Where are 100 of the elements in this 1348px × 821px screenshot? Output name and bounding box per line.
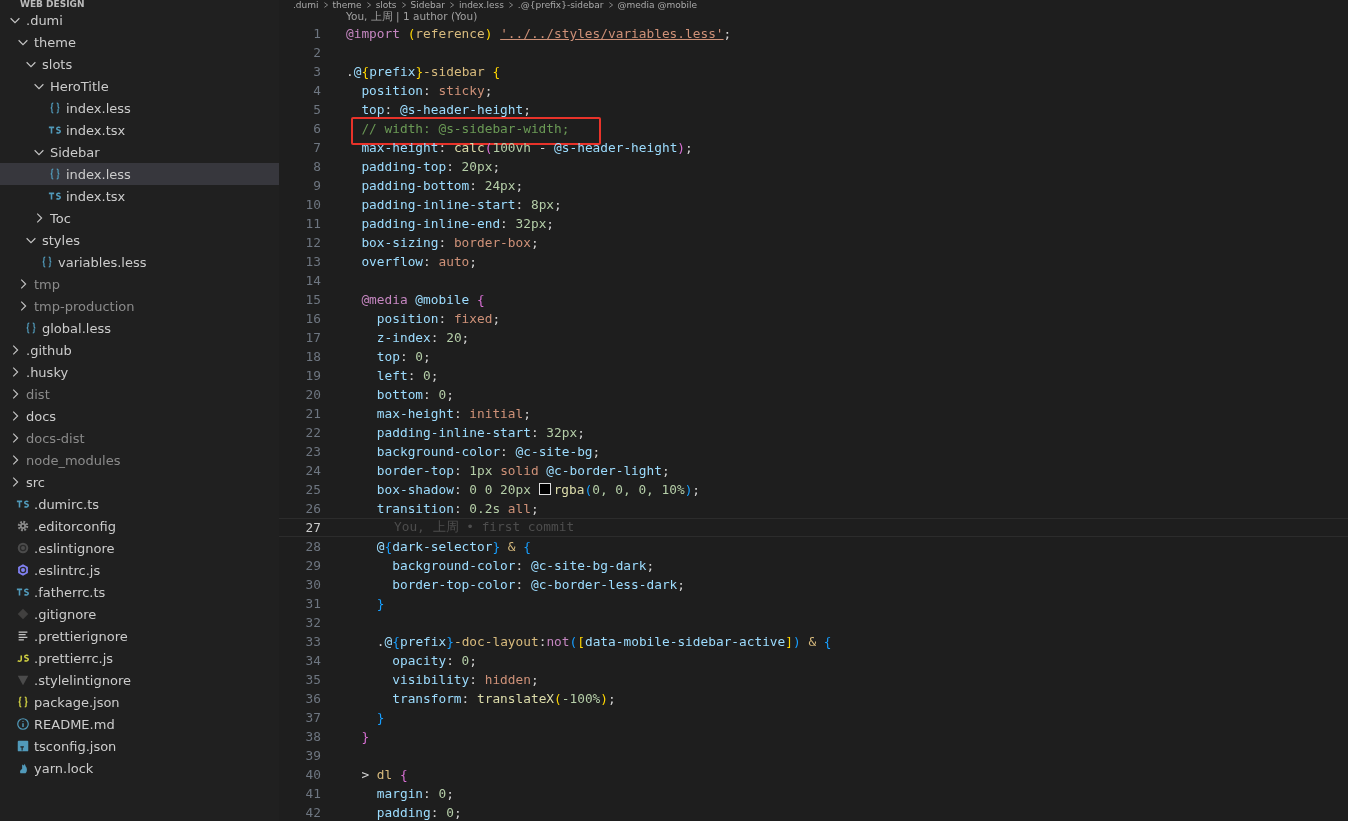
tree-item[interactable]: .prettierrc.js (0, 647, 279, 669)
tree-item[interactable]: .github (0, 339, 279, 361)
code-line: > dl { (360, 767, 408, 782)
tree-item[interactable]: index.tsx (0, 185, 279, 207)
line-number: 28 (304, 539, 321, 554)
tree-item[interactable]: .editorconfig (0, 515, 279, 537)
tree-item[interactable]: index.tsx (0, 119, 279, 141)
line-number: 40 (304, 767, 321, 782)
tree-item[interactable]: dist (0, 383, 279, 405)
tree-item[interactable]: .husky (0, 361, 279, 383)
tree-item[interactable]: .prettierignore (0, 625, 279, 647)
line-number: 21 (304, 406, 321, 421)
hexagon-icon (16, 563, 30, 577)
code-line: } (375, 596, 385, 611)
code-line: z-index: 20; (375, 330, 470, 345)
code-line: @{dark-selector} & { (375, 539, 531, 554)
tree-item[interactable]: Sidebar (0, 141, 279, 163)
braces-icon (40, 255, 54, 269)
codelens-text[interactable]: You, 上周 | 1 author (You) (346, 10, 478, 24)
breadcrumb-item[interactable]: theme (332, 0, 362, 10)
tree-item[interactable]: README.md (0, 713, 279, 735)
line-number: 11 (304, 216, 321, 231)
tree-item[interactable]: variables.less (0, 251, 279, 273)
code-line: @import (reference) '../../styles/variables.less'; (346, 26, 732, 41)
tree-item[interactable]: .eslintrc.js (0, 559, 279, 581)
line-number: 27 (304, 520, 321, 535)
tree-item[interactable]: tmp-production (0, 295, 279, 317)
code-line: background-color: @c-site-bg-dark; (391, 558, 655, 573)
tree-item[interactable]: tsconfig.json (0, 735, 279, 757)
code-line: } (360, 729, 370, 744)
line-number: 16 (304, 311, 321, 326)
tree-item[interactable]: styles (0, 229, 279, 251)
line-number: 19 (304, 368, 321, 383)
code-line: @media @mobile { (360, 292, 485, 307)
tree-item[interactable]: index.less (0, 97, 279, 119)
code-line: top: @s-header-height; (360, 102, 531, 117)
chevron-right-icon (606, 1, 615, 9)
tree-item[interactable]: slots (0, 53, 279, 75)
code-line: padding-inline-end: 32px; (360, 216, 555, 231)
chevron-right-icon (506, 1, 515, 9)
code-line: opacity: 0; (391, 653, 478, 668)
code-line: margin: 0; (375, 786, 454, 801)
tree-item[interactable]: yarn.lock (0, 757, 279, 779)
breadcrumb-item[interactable]: index.less (458, 0, 504, 10)
breadcrumb-item[interactable]: .@{prefix}-sidebar (517, 0, 604, 10)
line-number: 36 (304, 691, 321, 706)
code-line: max-height: initial; (375, 406, 531, 421)
line-number: 32 (304, 615, 321, 630)
line-number: 12 (304, 235, 321, 250)
tree-item[interactable]: tmp (0, 273, 279, 295)
code-line: padding: 0; (375, 805, 462, 820)
line-number: 24 (304, 463, 321, 478)
line-number: 30 (304, 577, 321, 592)
line-number: 7 (312, 140, 321, 155)
tree-item[interactable]: global.less (0, 317, 279, 339)
line-number: 31 (304, 596, 321, 611)
tree-item[interactable]: HeroTitle (0, 75, 279, 97)
breadcrumb-item[interactable]: .dumi (293, 0, 319, 10)
tree-item[interactable]: package.json (0, 691, 279, 713)
code-line: left: 0; (375, 368, 439, 383)
line-number: 26 (304, 501, 321, 516)
tree-item[interactable]: .dumirc.ts (0, 493, 279, 515)
code-line: padding-bottom: 24px; (360, 178, 524, 193)
tree-item[interactable]: index.less (0, 163, 279, 185)
braces-icon (16, 695, 30, 709)
line-number: 34 (304, 653, 321, 668)
ts-letters-icon (48, 123, 62, 137)
braces-icon (48, 167, 62, 181)
line-number: 4 (312, 83, 321, 98)
code-line: padding-inline-start: 32px; (375, 425, 585, 440)
tree-item[interactable]: .fatherrc.ts (0, 581, 279, 603)
breadcrumb-item[interactable]: Sidebar (410, 0, 445, 10)
braces-icon (48, 101, 62, 115)
tree-item[interactable]: .eslintignore (0, 537, 279, 559)
tree-item[interactable]: theme (0, 31, 279, 53)
breadcrumb-item[interactable]: @media @mobile (617, 0, 697, 10)
explorer-title: WEB DESIGN (19, 0, 86, 9)
code-line: overflow: auto; (360, 254, 477, 269)
braces-icon (24, 321, 38, 335)
code-line: box-sizing: border-box; (360, 235, 539, 250)
tree-item[interactable]: .stylelintignore (0, 669, 279, 691)
line-number: 23 (304, 444, 321, 459)
tree-item[interactable]: .gitignore (0, 603, 279, 625)
tree-item[interactable]: docs-dist (0, 427, 279, 449)
tree-item[interactable]: Toc (0, 207, 279, 229)
tree-item[interactable]: docs (0, 405, 279, 427)
info-icon (16, 717, 30, 731)
tree-item[interactable]: src (0, 471, 279, 493)
code-line: padding-inline-start: 8px; (360, 197, 562, 212)
tree-item[interactable]: node_modules (0, 449, 279, 471)
color-swatch[interactable] (538, 483, 551, 495)
line-number: 38 (304, 729, 321, 744)
code-line: position: sticky; (360, 83, 493, 98)
line-number: 17 (304, 330, 321, 345)
line-number: 3 (312, 64, 321, 79)
line-number: 41 (304, 786, 321, 801)
tree-item[interactable]: .dumi (0, 9, 279, 31)
ts-letters-icon (16, 497, 30, 511)
breadcrumb-item[interactable]: slots (375, 0, 397, 10)
line-number: 15 (304, 292, 321, 307)
